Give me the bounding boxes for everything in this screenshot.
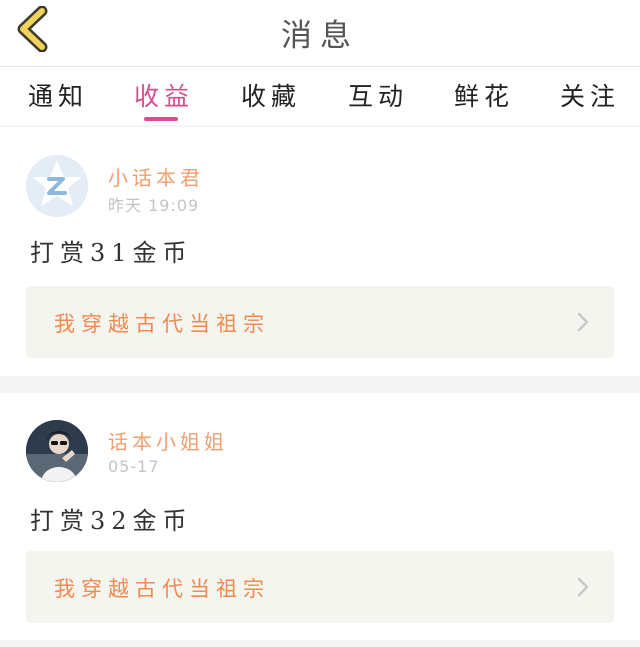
default-avatar-icon [26,155,88,217]
sender-name[interactable]: 话本小姐姐 [108,426,228,455]
message-time: 05-17 [108,457,160,476]
sender-name[interactable]: 小话本君 [108,162,204,191]
page-title: 消息 [281,18,359,54]
active-tab-indicator [144,117,178,121]
tab-flowers[interactable]: 鲜花 [454,77,514,113]
tab-earnings[interactable]: 收益 [134,77,194,113]
reward-text: 打赏31金币 [30,239,193,267]
message-card: 小话本君 昨天 19:09 打赏31金币 我穿越古代当祖宗 [0,127,640,376]
top-bar: 消息 [0,0,640,67]
message-card: 话本小姐姐 05-17 打赏32金币 我穿越古代当祖宗 [0,393,640,640]
tab-following[interactable]: 关注 [560,77,620,113]
book-title: 我穿越古代当祖宗 [54,312,270,336]
chevron-right-icon [577,577,589,597]
book-title: 我穿越古代当祖宗 [54,577,270,601]
tab-notifications[interactable]: 通知 [28,77,88,113]
tab-interactions[interactable]: 互动 [348,77,408,113]
tab-favorites[interactable]: 收藏 [241,77,301,113]
book-link[interactable]: 我穿越古代当祖宗 [26,286,614,358]
avatar[interactable] [26,420,88,482]
tab-bar: 通知 收益 收藏 互动 鲜花 关注 [0,67,640,125]
user-photo-avatar [26,420,88,482]
avatar[interactable] [26,155,88,217]
chevron-right-icon [577,312,589,332]
book-link[interactable]: 我穿越古代当祖宗 [26,551,614,623]
message-time: 昨天 19:09 [108,196,200,215]
reward-text: 打赏32金币 [30,507,193,535]
